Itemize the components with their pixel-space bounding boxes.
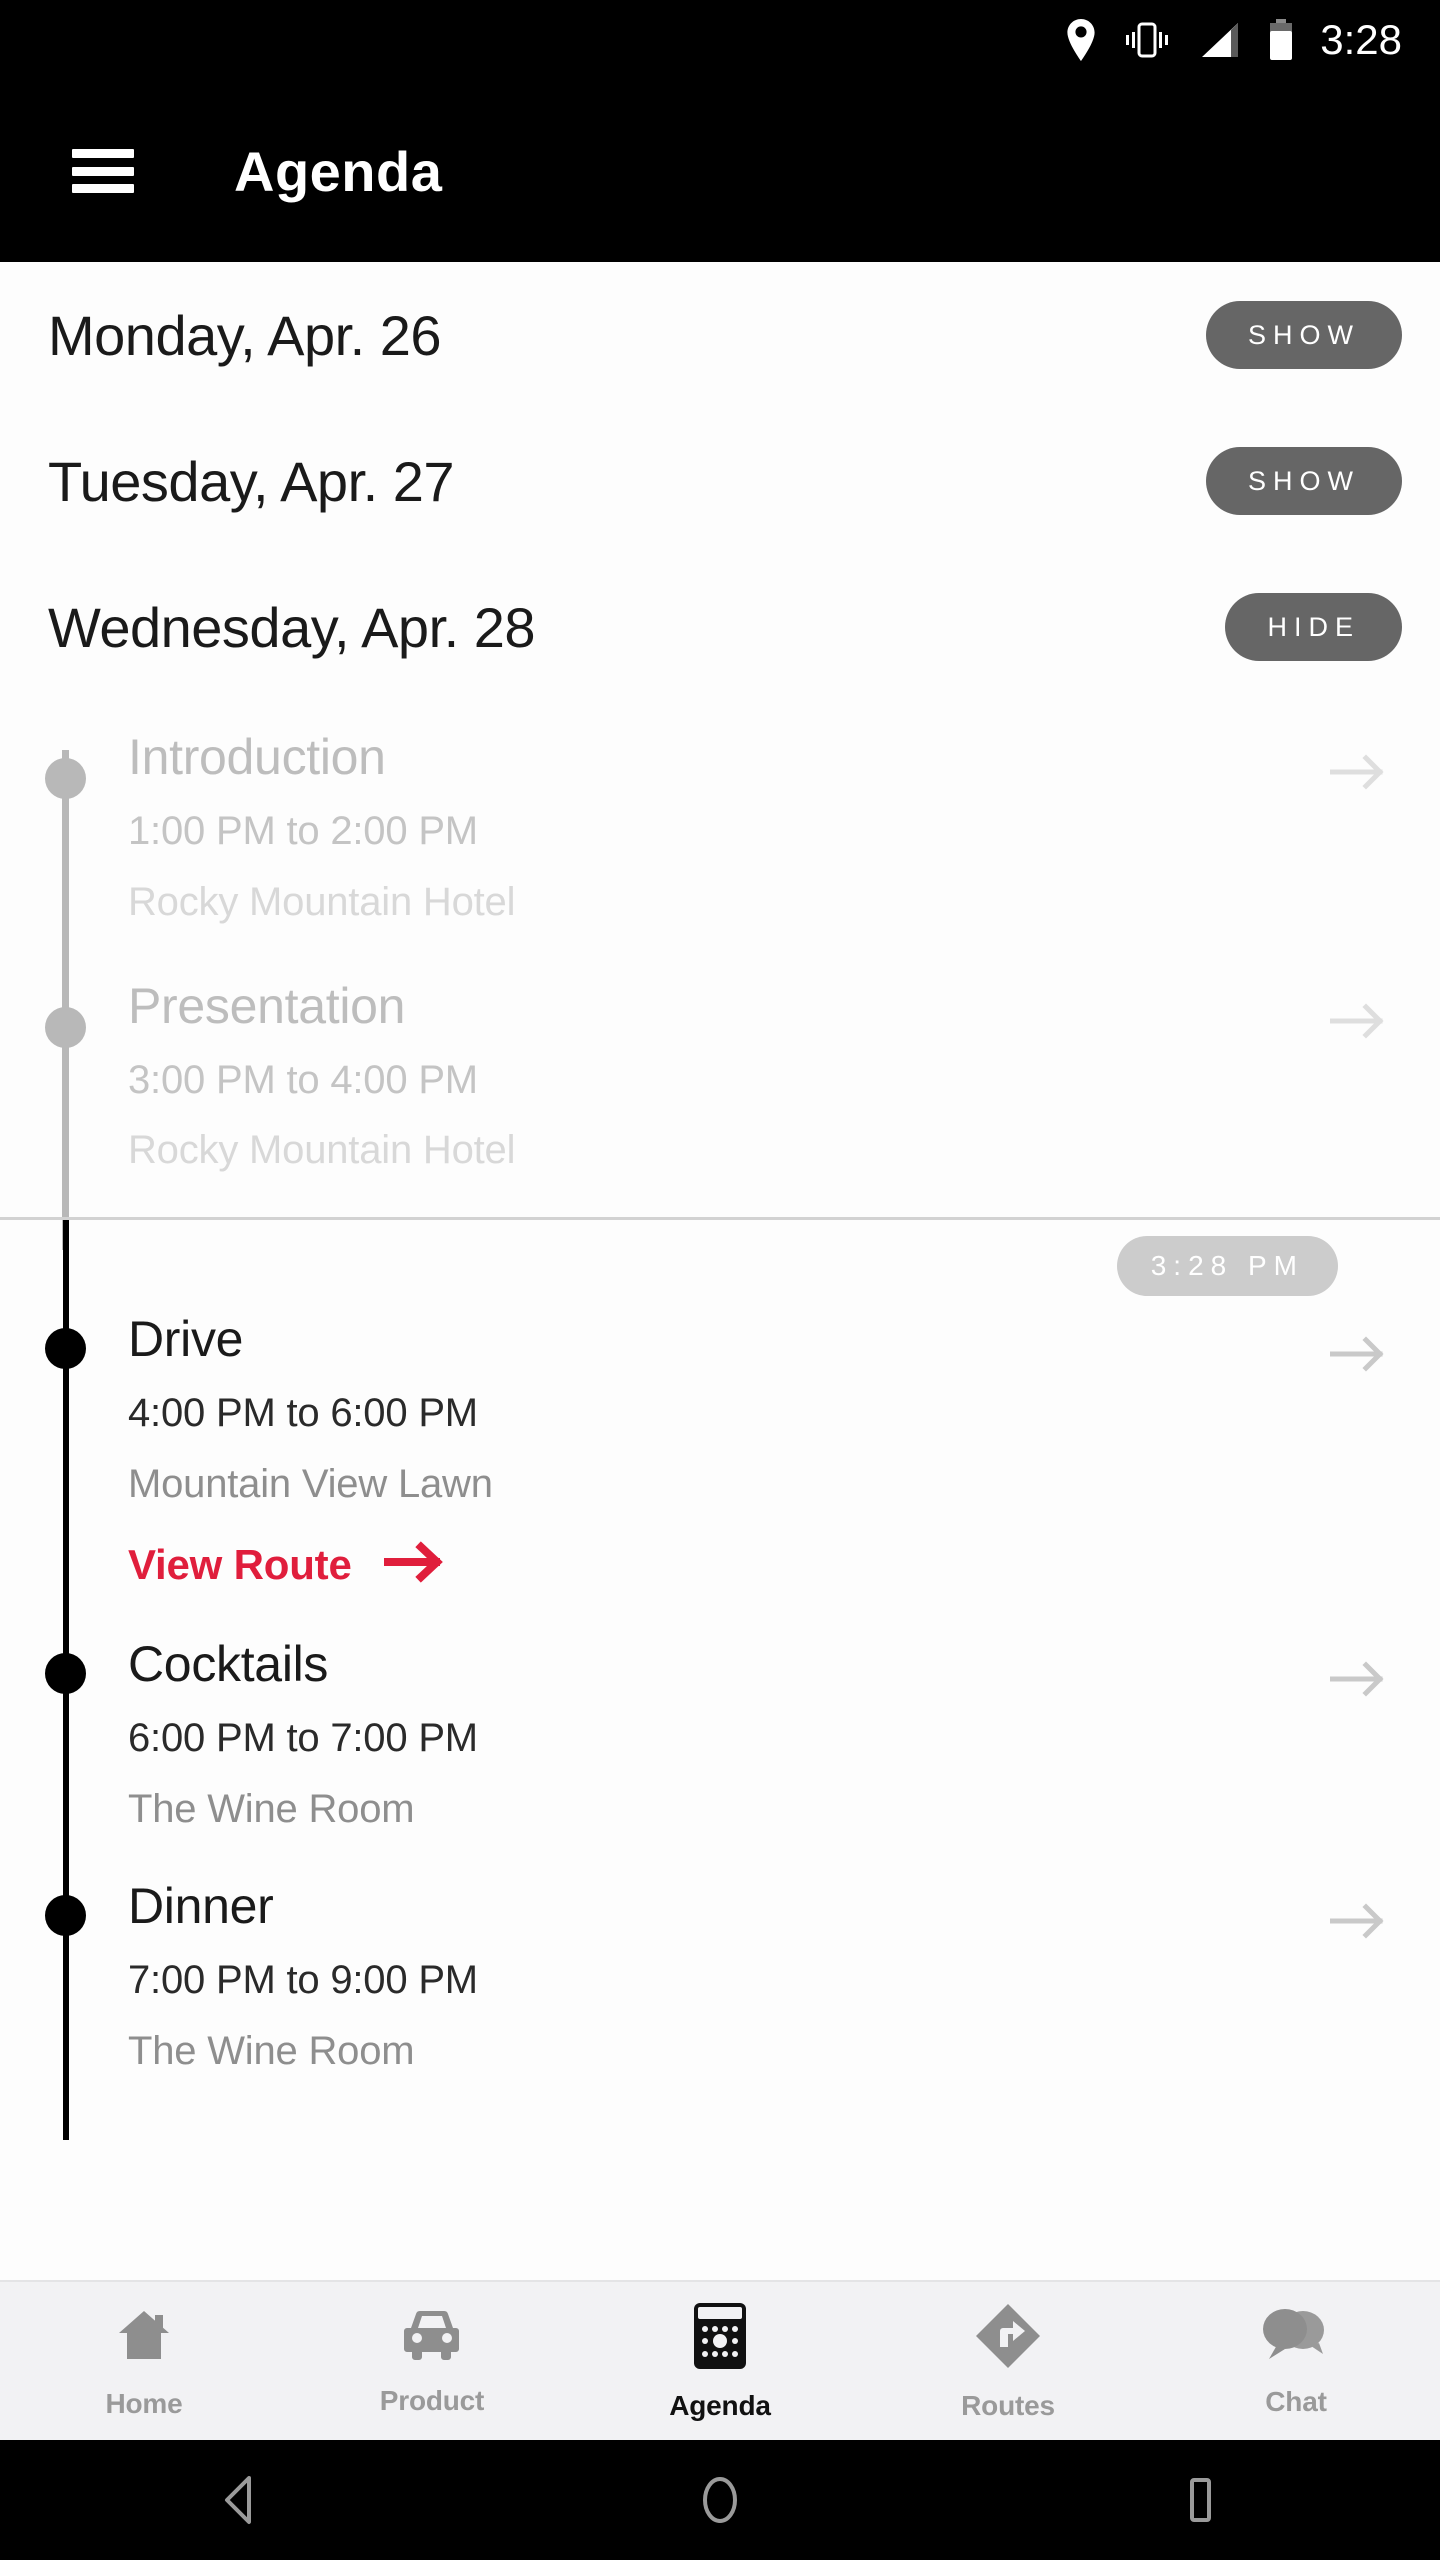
event-body: Cocktails 6:00 PM to 7:00 PM The Wine Ro… (128, 1635, 1330, 1840)
view-route-link[interactable]: View Route (128, 1541, 1330, 1589)
battery-icon (1268, 18, 1294, 62)
home-circle-icon[interactable] (660, 2440, 780, 2560)
timeline-dot (45, 758, 86, 799)
nav-label: Routes (961, 2389, 1055, 2421)
event-location: The Wine Room (128, 2029, 415, 2074)
timeline-dot-col (0, 1637, 128, 1840)
arrow-right-icon (1329, 1334, 1388, 1379)
nav-item-product[interactable]: Product (288, 2282, 576, 2440)
agenda-event-cocktails[interactable]: Cocktails 6:00 PM to 7:00 PM The Wine Ro… (0, 1635, 1440, 1840)
arrow-right-icon (1329, 1659, 1388, 1704)
event-time: 4:00 PM to 6:00 PM (128, 1391, 478, 1436)
event-body: Presentation 3:00 PM to 4:00 PM Rocky Mo… (128, 977, 1330, 1182)
event-body: Dinner 7:00 PM to 9:00 PM The Wine Room (128, 1879, 1330, 2082)
timeline-dot (45, 1006, 86, 1048)
back-triangle-icon[interactable] (180, 2440, 300, 2560)
phone-screen: 3:28 Agenda Monday, Apr. 26 SHOW Tuesday… (0, 0, 1440, 2560)
nav-label: Product (379, 2384, 485, 2416)
agenda-content: Monday, Apr. 26 SHOW Tuesday, Apr. 27 SH… (0, 262, 1440, 2280)
nav-label: Agenda (669, 2389, 771, 2421)
page-title: Agenda (234, 139, 443, 203)
event-chevron[interactable] (1329, 1879, 1402, 2082)
arrow-right-icon (1329, 752, 1388, 797)
event-location: Rocky Mountain Hotel (128, 1128, 516, 1173)
status-bar-clock: 3:28 (1320, 16, 1402, 63)
event-location: Mountain View Lawn (128, 1461, 493, 1506)
day-header-wednesday[interactable]: Wednesday, Apr. 28 HIDE (0, 554, 1440, 700)
event-time: 3:00 PM to 4:00 PM (128, 1057, 478, 1102)
agenda-event-introduction[interactable]: Introduction 1:00 PM to 2:00 PM Rocky Mo… (0, 730, 1440, 933)
day-label: Monday, Apr. 26 (48, 303, 442, 367)
day-toggle-button-tuesday[interactable]: SHOW (1206, 447, 1402, 515)
home-icon (111, 2303, 177, 2374)
timeline-dot (45, 1652, 86, 1694)
view-route-label: View Route (128, 1540, 352, 1588)
timeline-dot (45, 1328, 86, 1370)
event-title: Dinner (128, 1878, 274, 1935)
day-toggle-button-wednesday[interactable]: HIDE (1225, 593, 1402, 661)
day-header-monday[interactable]: Monday, Apr. 26 SHOW (0, 262, 1440, 408)
day-label: Tuesday, Apr. 27 (48, 449, 455, 513)
app-bar: Agenda (0, 80, 1440, 262)
vibrate-icon (1122, 19, 1172, 61)
timeline-past: Introduction 1:00 PM to 2:00 PM Rocky Mo… (0, 700, 1440, 1250)
event-chevron[interactable] (1329, 1312, 1402, 1597)
arrow-right-icon (381, 1541, 446, 1588)
event-chevron[interactable] (1329, 730, 1402, 933)
car-icon (397, 2306, 467, 2371)
event-title: Cocktails (128, 1635, 329, 1692)
signal-icon (1198, 19, 1242, 61)
event-time: 1:00 PM to 2:00 PM (128, 809, 478, 853)
event-chevron[interactable] (1329, 979, 1402, 1182)
timeline-upcoming: 3:28 PM Drive 4:00 PM to 6:00 PM Mountai… (0, 1220, 1440, 2141)
nav-item-chat[interactable]: Chat (1152, 2282, 1440, 2440)
nav-label: Chat (1265, 2385, 1327, 2417)
event-location: Rocky Mountain Hotel (128, 879, 516, 924)
event-body: Drive 4:00 PM to 6:00 PM Mountain View L… (128, 1312, 1330, 1597)
event-body: Introduction 1:00 PM to 2:00 PM Rocky Mo… (128, 730, 1330, 933)
current-time-badge: 3:28 PM (1116, 1236, 1338, 1297)
event-title: Introduction (128, 729, 386, 785)
timeline-dot-col (0, 730, 128, 933)
agenda-event-drive[interactable]: Drive 4:00 PM to 6:00 PM Mountain View L… (0, 1312, 1440, 1597)
day-header-tuesday[interactable]: Tuesday, Apr. 27 SHOW (0, 408, 1440, 554)
nav-item-agenda[interactable]: Agenda (576, 2282, 864, 2440)
timeline-dot-col (0, 979, 128, 1182)
calendar-icon (690, 2301, 750, 2376)
timeline-dot-col (0, 1879, 128, 2082)
current-time-badge-row: 3:28 PM (0, 1220, 1440, 1312)
timeline-dot-col (0, 1312, 128, 1597)
timeline-dot (45, 1895, 86, 1937)
location-pin-icon (1066, 19, 1096, 61)
event-time: 6:00 PM to 7:00 PM (128, 1715, 478, 1760)
bottom-navigation-bar: Home Product Agenda Routes Chat (0, 2280, 1440, 2440)
arrow-right-icon (1329, 1001, 1388, 1046)
arrow-right-icon (1329, 1901, 1388, 1946)
event-title: Drive (128, 1311, 244, 1368)
agenda-event-presentation[interactable]: Presentation 3:00 PM to 4:00 PM Rocky Mo… (0, 977, 1440, 1182)
status-bar: 3:28 (0, 0, 1440, 80)
day-label: Wednesday, Apr. 28 (48, 595, 536, 659)
nav-item-home[interactable]: Home (0, 2282, 288, 2440)
event-time: 7:00 PM to 9:00 PM (128, 1958, 478, 2003)
route-diamond-icon (973, 2301, 1043, 2376)
agenda-event-dinner[interactable]: Dinner 7:00 PM to 9:00 PM The Wine Room (0, 1879, 1440, 2082)
recents-square-icon[interactable] (1140, 2440, 1260, 2560)
nav-item-routes[interactable]: Routes (864, 2282, 1152, 2440)
event-title: Presentation (128, 977, 406, 1034)
current-time-divider (0, 1217, 1440, 1221)
hamburger-menu-icon[interactable] (72, 149, 134, 193)
chat-bubbles-icon (1259, 2305, 1333, 2372)
day-toggle-button-monday[interactable]: SHOW (1206, 301, 1402, 369)
event-location: The Wine Room (128, 1786, 415, 1831)
android-navigation-bar (0, 2440, 1440, 2560)
nav-label: Home (105, 2387, 183, 2419)
event-chevron[interactable] (1329, 1637, 1402, 1840)
